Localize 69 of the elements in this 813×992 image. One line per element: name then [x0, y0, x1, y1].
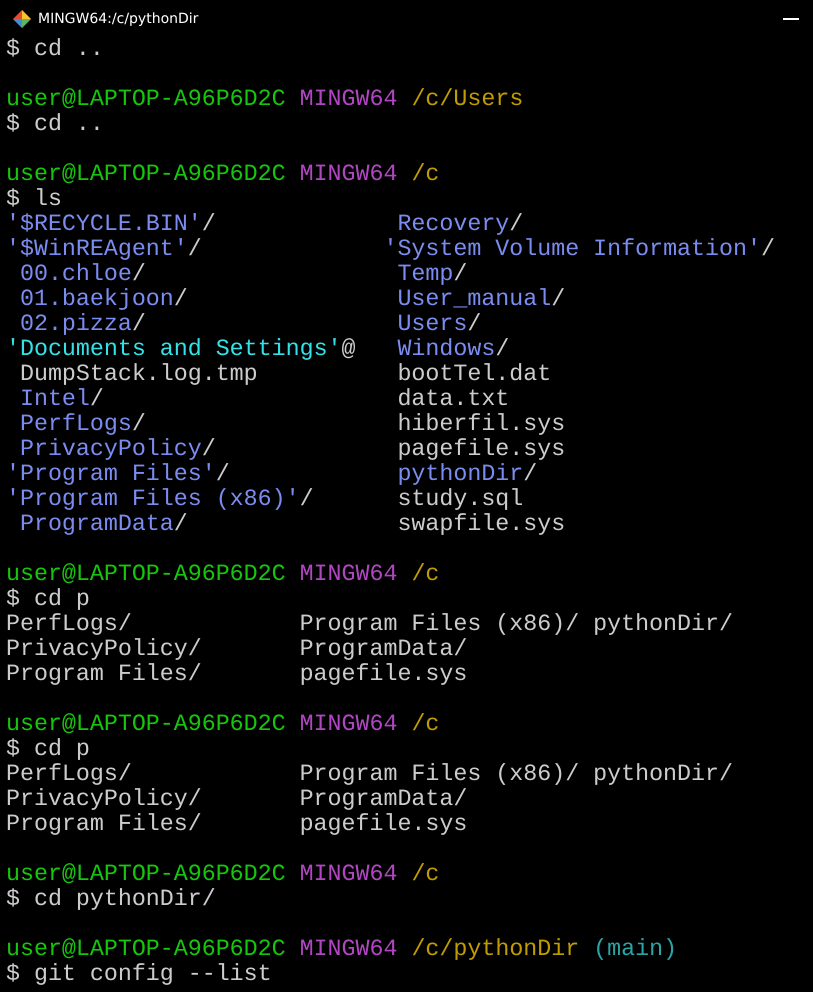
folder-entry: ProgramData/ [18, 511, 188, 537]
current-path: /c [411, 711, 440, 737]
file-entry: Program Files/ [6, 811, 202, 837]
file-entry: swapfile.sys [396, 511, 566, 537]
current-path: /c [411, 561, 440, 587]
folder-entry: 'System Volume Information'/ [383, 236, 775, 262]
folder-entry: PerfLogs/ [18, 411, 146, 437]
user-host: user@LAPTOP-A96P6D2C [6, 861, 286, 887]
git-branch: (main) [593, 936, 678, 962]
user-host: user@LAPTOP-A96P6D2C [6, 161, 286, 187]
system-name: MINGW64 [300, 86, 398, 112]
file-entry: pythonDir/ [593, 761, 733, 787]
system-name: MINGW64 [300, 711, 398, 737]
file-entry: hiberfil.sys [396, 411, 566, 437]
user-host: user@LAPTOP-A96P6D2C [6, 711, 286, 737]
file-entry: ProgramData/ [300, 636, 468, 662]
folder-entry: 02.pizza/ [18, 311, 146, 337]
command-line: $ cd p [6, 736, 90, 762]
file-entry: ProgramData/ [300, 786, 468, 812]
command-line: $ cd p [6, 586, 90, 612]
command-line: $ git config --list [6, 961, 272, 987]
folder-entry: Intel/ [18, 386, 104, 412]
file-entry: bootTel.dat [396, 361, 552, 387]
folder-entry: 01.baekjoon/ [18, 286, 188, 312]
folder-entry: User_manual/ [396, 286, 566, 312]
folder-entry: pythonDir/ [396, 461, 538, 487]
folder-entry: Windows/ [396, 336, 510, 362]
current-path: /c/pythonDir [411, 936, 580, 962]
system-name: MINGW64 [300, 936, 398, 962]
file-entry: PerfLogs/ [6, 611, 132, 637]
current-path: /c [411, 861, 440, 887]
system-name: MINGW64 [300, 861, 398, 887]
folder-entry: 'Program Files (x86)'/ [6, 486, 314, 512]
file-entry: pagefile.sys [396, 436, 566, 462]
file-entry: PerfLogs/ [6, 761, 132, 787]
file-entry: pagefile.sys [300, 811, 468, 837]
file-entry: pythonDir/ [593, 611, 733, 637]
user-host: user@LAPTOP-A96P6D2C [6, 561, 286, 587]
command-line: $ ls [6, 186, 62, 212]
git-logo-icon [13, 10, 31, 28]
file-entry: study.sql [396, 486, 524, 512]
folder-entry: Users/ [396, 311, 482, 337]
command-line: $ cd pythonDir/ [6, 886, 216, 912]
folder-entry: '$RECYCLE.BIN'/ [6, 211, 216, 237]
file-entry: data.txt [396, 386, 510, 412]
folder-entry: 00.chloe/ [18, 261, 146, 287]
link-entry: 'Documents and Settings'@ [6, 336, 356, 362]
minimize-button[interactable] [783, 18, 799, 20]
system-name: MINGW64 [300, 561, 398, 587]
file-entry: DumpStack.log.tmp [18, 361, 258, 387]
command-line: $ cd .. [6, 111, 104, 137]
folder-entry: Recovery/ [396, 211, 524, 237]
command-line: $ cd .. [6, 36, 104, 62]
current-path: /c [411, 161, 440, 187]
file-entry: Program Files (x86)/ [300, 611, 580, 637]
user-host: user@LAPTOP-A96P6D2C [6, 936, 286, 962]
current-path: /c/Users [411, 86, 524, 112]
user-host: user@LAPTOP-A96P6D2C [6, 86, 286, 112]
folder-entry: PrivacyPolicy/ [18, 436, 216, 462]
file-entry: pagefile.sys [300, 661, 468, 687]
file-entry: PrivacyPolicy/ [6, 786, 202, 812]
folder-entry: 'Program Files'/ [6, 461, 230, 487]
folder-entry: Temp/ [396, 261, 468, 287]
file-entry: Program Files/ [6, 661, 202, 687]
window-title: MINGW64:/c/pythonDir [38, 10, 200, 26]
folder-entry: '$WinREAgent'/ [6, 236, 202, 262]
system-name: MINGW64 [300, 161, 398, 187]
file-entry: Program Files (x86)/ [300, 761, 580, 787]
file-entry: PrivacyPolicy/ [6, 636, 202, 662]
